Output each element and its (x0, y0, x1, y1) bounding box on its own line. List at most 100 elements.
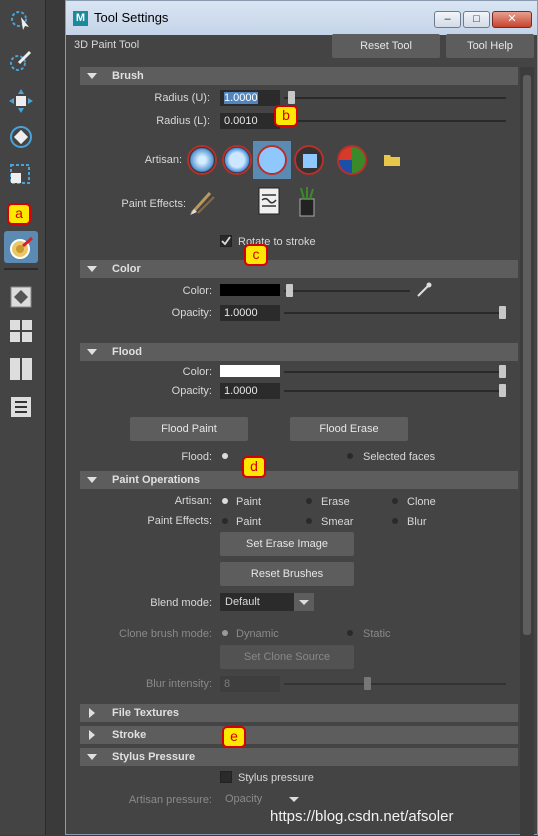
opacity-slider[interactable] (284, 312, 506, 314)
section-title: Brush (112, 70, 144, 82)
folder-icon[interactable] (384, 153, 400, 166)
two-pane-icon[interactable] (4, 352, 38, 384)
blend-mode-dropdown[interactable]: Default (220, 593, 314, 611)
title-bar: M Tool Settings – □ ✕ (66, 1, 537, 35)
maximize-button[interactable]: □ (463, 11, 490, 28)
stylus-pressure-section-header[interactable]: Stylus Pressure (80, 748, 518, 766)
tool-shelf: a (0, 0, 46, 835)
rotate-to-stroke-checkbox[interactable] (220, 235, 232, 247)
color-swatch[interactable] (220, 284, 280, 296)
artisan-clone-label: Clone (407, 496, 436, 508)
shelf-divider (4, 268, 38, 270)
artisan-erase-radio[interactable] (306, 498, 312, 504)
clone-static-label: Static (363, 628, 391, 640)
annotation-e: e (222, 726, 246, 748)
paint-effects-sheet-icon[interactable] (258, 187, 280, 215)
radius-u-handle[interactable] (288, 91, 295, 104)
opacity-field[interactable]: 1.0000 (220, 305, 280, 321)
scrollbar[interactable] (520, 67, 534, 836)
flood-selected-radio[interactable] (347, 453, 353, 459)
radius-l-field[interactable]: 0.0010 (220, 113, 280, 129)
brush-square-icon[interactable] (294, 145, 324, 175)
paint-effects-label: Paint Effects: (121, 198, 186, 210)
pe-smear-radio[interactable] (306, 518, 312, 524)
reset-tool-button[interactable]: Reset Tool (332, 34, 440, 58)
clone-static-radio[interactable] (347, 630, 353, 636)
close-button[interactable]: ✕ (492, 11, 532, 28)
file-textures-section-header[interactable]: File Textures (80, 704, 518, 722)
pe-smear-label: Smear (321, 516, 354, 528)
blur-intensity-slider[interactable] (284, 683, 506, 685)
eyedropper-icon[interactable] (416, 282, 432, 298)
scale-icon[interactable] (4, 156, 38, 188)
window-title: Tool Settings (94, 10, 169, 25)
section-title: File Textures (112, 707, 180, 719)
flood-selected-label: Selected faces (363, 451, 436, 463)
annotation-d: d (242, 456, 266, 478)
flood-opacity-field[interactable]: 1.0000 (220, 383, 280, 399)
lasso-select-icon[interactable] (4, 4, 38, 36)
paint-operations-section-header[interactable]: Paint Operations (80, 471, 518, 489)
artisan-clone-radio[interactable] (392, 498, 398, 504)
blur-intensity-field[interactable]: 8 (220, 676, 280, 692)
color-slider[interactable] (284, 290, 410, 292)
flood-section-header[interactable]: Flood (80, 343, 518, 361)
brush-custom-icon[interactable] (337, 145, 367, 175)
paint-effects-brush-icon[interactable] (188, 189, 216, 217)
paint-effects-bucket-icon[interactable] (297, 187, 317, 217)
outliner-icon[interactable] (4, 390, 38, 422)
clone-mode-label: Clone brush mode: (119, 628, 212, 640)
radius-l-label: Radius (L): (156, 115, 210, 127)
reset-brushes-button[interactable]: Reset Brushes (220, 562, 354, 586)
move-icon[interactable] (4, 84, 38, 116)
flood-all-radio[interactable] (222, 453, 228, 459)
pe-blur-radio[interactable] (392, 518, 398, 524)
brush-gaussian-icon[interactable] (187, 145, 217, 175)
annotation-c: c (244, 244, 268, 266)
clone-dynamic-radio[interactable] (222, 630, 228, 636)
color-section-header[interactable]: Color (80, 260, 518, 278)
artisan-pressure-dropdown[interactable]: Opacity (220, 790, 304, 808)
blur-intensity-handle[interactable] (364, 677, 371, 690)
brush-soft-icon[interactable] (222, 145, 252, 175)
flood-opacity-slider[interactable] (284, 390, 506, 392)
radius-u-slider[interactable] (284, 97, 506, 99)
artisan-paint-radio[interactable] (222, 498, 228, 504)
set-clone-source-button[interactable]: Set Clone Source (220, 645, 354, 669)
paint-select-icon[interactable] (4, 44, 38, 76)
flood-label: Flood: (181, 451, 212, 463)
rotate-icon[interactable] (4, 120, 38, 152)
blur-intensity-label: Blur intensity: (145, 678, 212, 690)
scrollbar-thumb[interactable] (523, 75, 531, 635)
radius-u-label: Radius (U): (154, 92, 210, 104)
artisan-label: Artisan: (144, 154, 182, 166)
opacity-handle[interactable] (499, 306, 506, 319)
four-pane-icon[interactable] (4, 314, 38, 346)
tool-name: 3D Paint Tool (74, 39, 140, 51)
flood-opacity-handle[interactable] (499, 384, 506, 397)
pe-paint-radio[interactable] (222, 518, 228, 524)
color-handle[interactable] (286, 284, 293, 297)
stylus-pressure-checkbox[interactable] (220, 771, 232, 783)
flood-opacity-label: Opacity: (171, 385, 212, 397)
radius-u-field[interactable]: 1.0000 (220, 90, 280, 106)
flood-erase-button[interactable]: Flood Erase (290, 417, 408, 441)
pe-paint-label: Paint (236, 516, 262, 528)
brush-section-header[interactable]: Brush (80, 67, 518, 85)
flood-color-slider[interactable] (284, 371, 506, 373)
section-title: Color (112, 263, 141, 275)
radius-l-slider[interactable] (284, 120, 506, 122)
blend-mode-label: Blend mode: (150, 597, 212, 609)
ops-pe-label: Paint Effects: (147, 515, 212, 527)
flood-color-swatch[interactable] (220, 365, 280, 377)
flood-paint-button[interactable]: Flood Paint (130, 417, 248, 441)
set-erase-image-button[interactable]: Set Erase Image (220, 532, 354, 556)
section-title: Stylus Pressure (112, 751, 196, 763)
stroke-section-header[interactable]: Stroke (80, 726, 518, 744)
minimize-button[interactable]: – (434, 11, 461, 28)
flood-color-handle[interactable] (499, 365, 506, 378)
single-pane-icon[interactable] (4, 280, 38, 312)
3d-paint-icon[interactable] (4, 231, 38, 263)
brush-solid-icon[interactable] (257, 145, 287, 175)
tool-help-button[interactable]: Tool Help (446, 34, 534, 58)
